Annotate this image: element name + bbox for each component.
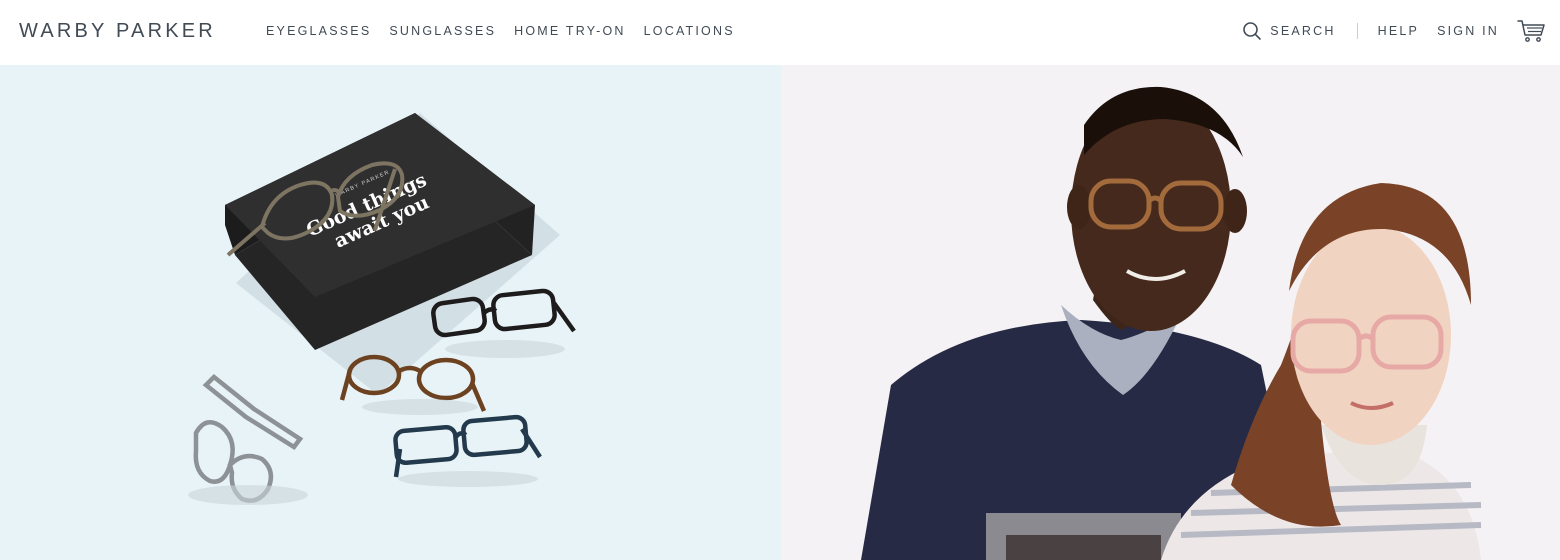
utility-nav: SEARCH HELP SIGN IN — [1242, 19, 1546, 43]
hero-models-image[interactable] — [781, 65, 1560, 560]
cart-icon[interactable] — [1517, 19, 1546, 43]
sign-in-link[interactable]: SIGN IN — [1437, 24, 1499, 38]
nav-divider — [1356, 23, 1358, 39]
nav-sunglasses[interactable]: SUNGLASSES — [389, 24, 496, 38]
search-icon — [1242, 21, 1262, 41]
glasses-clear — [193, 373, 304, 503]
main-nav: EYEGLASSES SUNGLASSES HOME TRY-ON LOCATI… — [266, 24, 735, 38]
hero-home-try-on-image[interactable]: WARBY PARKER Good things await you — [0, 65, 781, 560]
hero: WARBY PARKER Good things await you — [0, 65, 1560, 560]
logo[interactable]: WARBY PARKER — [19, 20, 216, 43]
site-header: WARBY PARKER EYEGLASSES SUNGLASSES HOME … — [0, 0, 1560, 65]
nav-eyeglasses[interactable]: EYEGLASSES — [266, 24, 371, 38]
nav-locations[interactable]: LOCATIONS — [644, 24, 735, 38]
search-button[interactable]: SEARCH — [1242, 21, 1335, 41]
search-label: SEARCH — [1270, 24, 1336, 38]
nav-home-try-on[interactable]: HOME TRY-ON — [514, 24, 626, 38]
help-link[interactable]: HELP — [1378, 24, 1419, 38]
glasses-navy — [393, 414, 542, 478]
